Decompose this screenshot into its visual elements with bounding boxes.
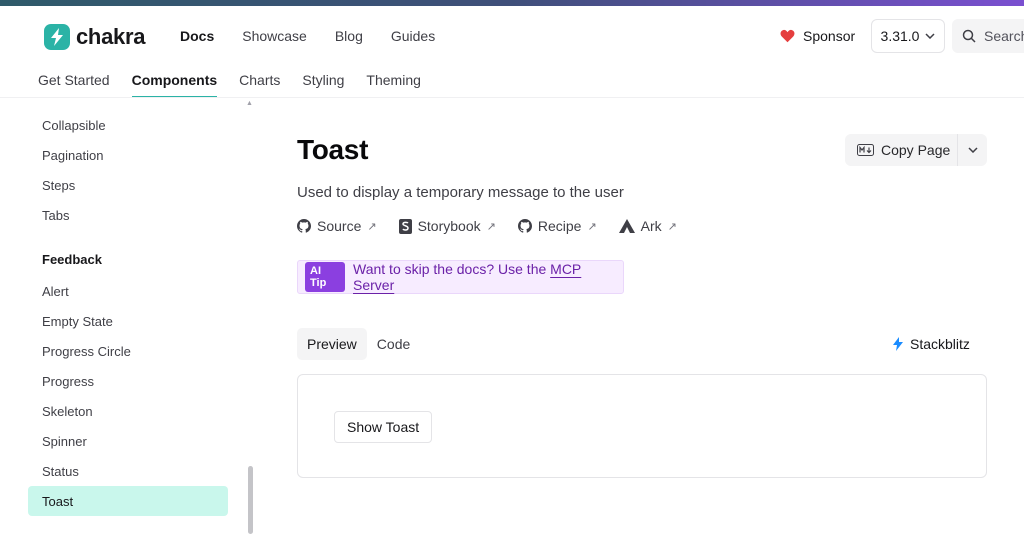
section-tabs: Get Started Components Charts Styling Th… [38,64,421,98]
copy-page-dropdown[interactable] [958,147,987,153]
sidebar-item-status[interactable]: Status [28,456,228,486]
nav-guides[interactable]: Guides [391,28,435,44]
sidebar: Collapsible Pagination Steps Tabs Feedba… [28,100,228,534]
sidebar-item-pagination[interactable]: Pagination [28,140,228,170]
ai-tip-message: Want to skip the docs? Use the [353,261,551,277]
storybook-label: Storybook [417,218,481,234]
nav-blog[interactable]: Blog [335,28,363,44]
external-link-icon: ↗ [367,220,377,233]
ai-tip-badge: AI Tip [305,262,346,292]
tab-preview[interactable]: Preview [297,328,367,360]
sidebar-item-progress[interactable]: Progress [28,366,228,396]
external-link-icon: ↗ [486,220,496,233]
stackblitz-button[interactable]: Stackblitz [893,336,970,352]
preview-panel: Show Toast [297,374,987,478]
sidebar-item-skeleton[interactable]: Skeleton [28,396,228,426]
source-label: Source [317,218,362,234]
sidebar-scrollbar[interactable] [248,466,253,534]
version-select[interactable]: 3.31.0 [871,19,945,53]
external-link-icon: ↗ [587,220,597,233]
sidebar-item-spinner[interactable]: Spinner [28,426,228,456]
nav-showcase[interactable]: Showcase [242,28,307,44]
ai-tip-banner: AI Tip Want to skip the docs? Use the MC… [297,260,624,294]
ark-icon [618,219,635,233]
sponsor-button[interactable]: Sponsor [780,28,855,44]
copy-page-button[interactable]: Copy Page [845,142,957,158]
markdown-icon [857,144,874,156]
header-divider [0,97,1024,98]
source-link[interactable]: Source ↗ [297,218,377,234]
ark-link[interactable]: Ark ↗ [618,218,677,234]
sidebar-item-toast[interactable]: Toast [28,486,228,516]
ark-label: Ark [640,218,662,234]
search-placeholder: Search [984,28,1024,44]
copy-page-label: Copy Page [881,142,951,158]
chevron-down-icon [925,33,935,39]
search-icon [962,29,976,43]
sidebar-item-steps[interactable]: Steps [28,170,228,200]
search-button[interactable]: Search [952,19,1024,53]
sidebar-item-empty-state[interactable]: Empty State [28,306,228,336]
nav-docs[interactable]: Docs [180,28,214,44]
chakra-logo-icon [44,24,70,50]
sidebar-item-collapsible[interactable]: Collapsible [28,110,228,140]
primary-nav: Docs Showcase Blog Guides [180,28,435,44]
storybook-icon [398,218,412,234]
recipe-label: Recipe [537,218,582,234]
heart-icon [780,29,795,43]
tab-charts[interactable]: Charts [239,64,280,98]
example-tabs: Preview Code [297,328,420,360]
tab-theming[interactable]: Theming [366,64,420,98]
show-toast-button[interactable]: Show Toast [334,411,433,443]
sponsor-label: Sponsor [803,28,856,44]
stackblitz-label: Stackblitz [910,336,970,352]
tab-components[interactable]: Components [131,64,218,98]
ai-tip-text: Want to skip the docs? Use the MCP Serve… [353,261,623,293]
tab-styling[interactable]: Styling [302,64,344,98]
top-navigation: chakra Docs Showcase Blog Guides Sponsor… [0,6,1024,64]
tab-get-started[interactable]: Get Started [38,64,110,98]
recipe-link[interactable]: Recipe ↗ [517,218,597,234]
scroll-up-arrow[interactable]: ▲ [246,100,253,107]
page-title: Toast [297,134,369,165]
sidebar-group-feedback: Feedback [42,252,102,267]
sidebar-item-progress-circle[interactable]: Progress Circle [28,336,228,366]
chevron-down-icon [967,147,978,153]
copy-page-button-group: Copy Page [845,134,987,166]
github-icon [517,219,532,233]
brand-name: chakra [76,24,146,49]
sidebar-item-tabs[interactable]: Tabs [28,200,228,230]
version-value: 3.31.0 [880,28,920,44]
tab-code[interactable]: Code [367,328,420,360]
page-description: Used to display a temporary message to t… [297,184,624,201]
chakra-logo[interactable]: chakra [44,24,145,50]
resource-links: Source ↗ Storybook ↗ Recipe ↗ Ark ↗ [297,218,677,234]
storybook-link[interactable]: Storybook ↗ [398,218,496,234]
external-link-icon: ↗ [667,220,677,233]
github-icon [297,219,311,233]
sidebar-item-alert[interactable]: Alert [28,276,228,306]
lightning-icon [893,337,903,351]
main-content: Toast Copy Page Used to display a tempor… [297,100,987,534]
